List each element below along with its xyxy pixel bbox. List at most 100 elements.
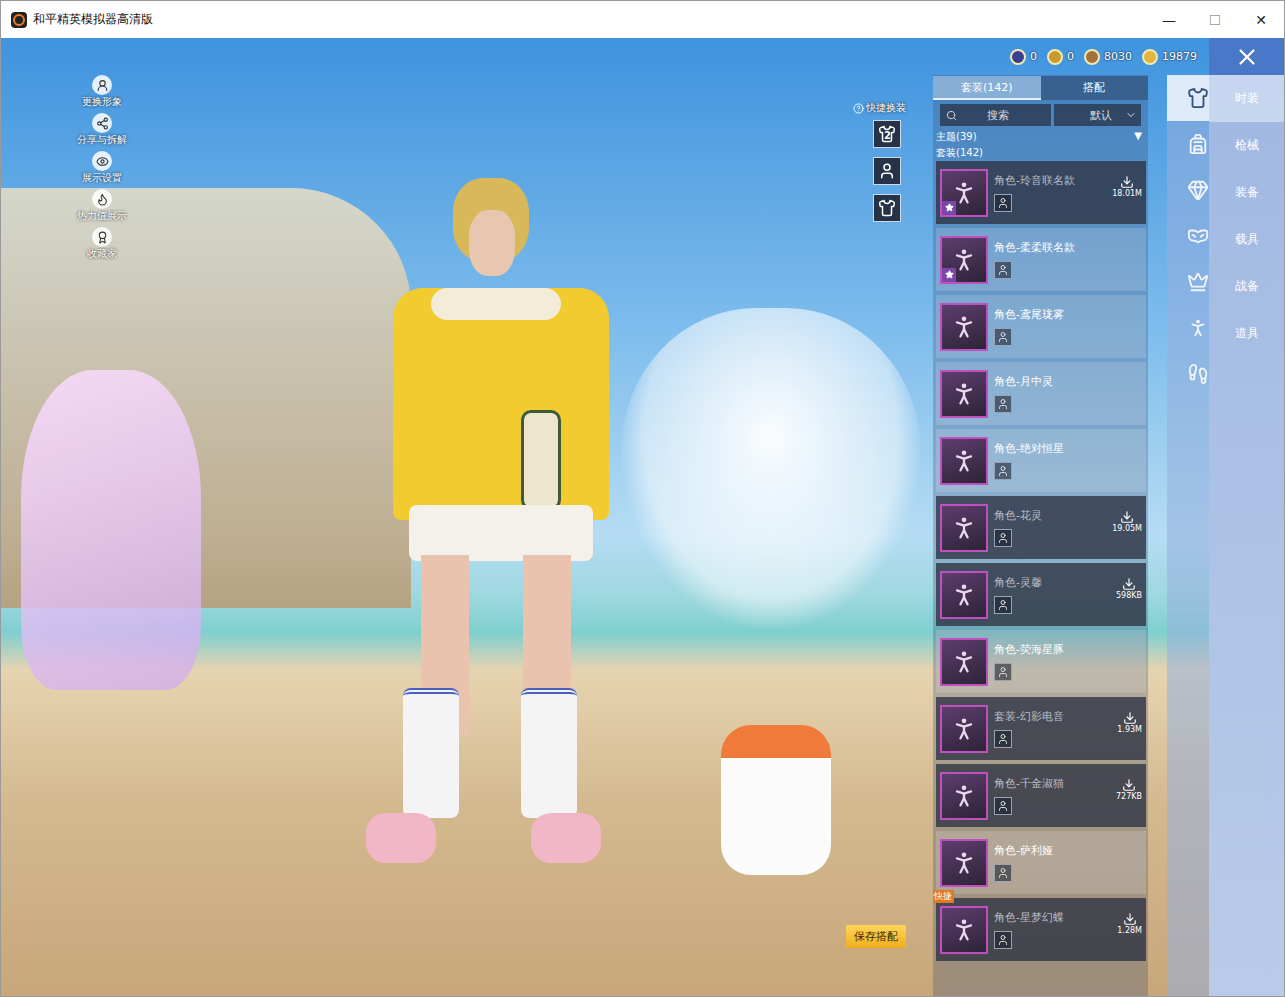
outfit-thumbnail [940,772,988,820]
outfit-item[interactable]: 角色-灵馨 598KB [936,563,1146,626]
quick-change-slot[interactable]: 2 [873,120,901,148]
coin-icon [1084,49,1100,65]
download-button[interactable]: 1.93M [1117,711,1142,734]
category-item[interactable] [1167,351,1209,397]
outfit-item[interactable]: 快捷角色-星梦幻蝶1.28M [936,898,1146,961]
category-icon [1187,271,1209,293]
panel-tab[interactable]: 搭配 [1041,76,1149,100]
search-icon [946,110,957,121]
quick-change-slot[interactable] [873,157,901,185]
main-tab[interactable]: 枪械 [1209,122,1284,169]
chevron-down-icon [1125,109,1137,121]
outfit-name: 角色-千金淑猫 [994,776,1064,791]
character-icon [950,715,978,743]
download-button[interactable]: 727KB [1116,778,1142,801]
download-button[interactable]: 19.05M [1112,510,1142,533]
scene-menu-item[interactable]: 分享与拆解 [67,113,137,147]
figure-badge [994,261,1012,279]
category-item[interactable] [1167,75,1209,121]
scene-menu-item[interactable]: 展示设置 [67,151,137,185]
outfit-name: 角色-灵馨 [994,575,1042,590]
character-shorts [409,505,593,561]
scene-menu-item[interactable]: 收藏家 [67,227,137,261]
scene-menu-item[interactable]: 热力值展示 [67,189,137,223]
main-tab[interactable]: 时装 [1209,75,1284,122]
outfit-item[interactable]: 角色-柔柔联名款 [936,228,1146,291]
character-icon [950,581,978,609]
download-button[interactable]: 1.28M [1117,912,1142,935]
outfit-item[interactable]: 角色-萨利娅 [936,831,1146,894]
main-tab[interactable]: 道具 [1209,310,1284,357]
quick-change-slots: 2 [873,120,901,222]
window-control[interactable]: ✕ [1238,1,1284,38]
category-icon [1187,87,1209,109]
character-leg [421,555,469,735]
outfit-item[interactable]: 角色-月中灵 [936,362,1146,425]
outfit-thumbnail [940,303,988,351]
category-item[interactable] [1167,213,1209,259]
menu-icon [92,189,112,209]
star-badge [942,268,956,282]
character-slipper [531,813,601,863]
outfit-item[interactable]: 角色-花灵19.05M [936,496,1146,559]
category-item[interactable] [1167,305,1209,351]
main-tab[interactable]: 战备 [1209,263,1284,310]
figure-icon [997,398,1009,410]
outfit-thumbnail [940,638,988,686]
quick-change-slot[interactable] [873,194,901,222]
menu-glyph-icon [96,231,109,244]
character-leg [523,555,571,735]
outfit-item[interactable]: 角色-鸢尾珑雾 [936,295,1146,358]
theme-filter[interactable]: 主题(39)▼ [933,126,1148,144]
menu-icon [92,75,112,95]
figure-badge [994,194,1012,212]
outfit-name: 角色-柔柔联名款 [994,240,1075,255]
figure-icon [997,800,1009,812]
outfit-name: 套装-幻影电音 [994,709,1064,724]
close-button[interactable] [1209,38,1284,75]
coin-icon [1010,49,1026,65]
figure-badge [994,395,1012,413]
outfit-list: 角色-玲音联名款18.01M 角色-柔柔联名款角色-鸢尾珑雾角色-月中灵角色-绝对… [933,161,1148,996]
main-tab[interactable]: 装备 [1209,169,1284,216]
outfit-item[interactable]: 角色-荧海星豚 [936,630,1146,693]
scene-menu-item[interactable]: 更换形象 [67,75,137,109]
figure-badge [994,462,1012,480]
figure-badge [994,328,1012,346]
outfit-panel: 套装(142)搭配搜索默认主题(39)▼套装(142)角色-玲音联名款18.01… [933,75,1148,996]
quick-change-label[interactable]: 快捷换装 [853,101,906,115]
outfit-item[interactable]: 角色-玲音联名款18.01M [936,161,1146,224]
currency: 0 [1047,49,1074,65]
outfit-thumbnail [940,169,988,217]
window-control[interactable]: ☐ [1192,1,1238,38]
search-field[interactable]: 搜索 [940,104,1051,126]
star-icon [945,270,954,279]
download-button[interactable]: 598KB [1116,577,1142,600]
sort-dropdown[interactable]: 默认 [1054,104,1141,126]
outfit-item[interactable]: 套装-幻影电音 1.93M [936,697,1146,760]
character-icon [950,447,978,475]
figure-badge [994,529,1012,547]
character-face [469,210,515,276]
save-button[interactable]: 保存搭配 [846,925,906,948]
outfit-name: 角色-鸢尾珑雾 [994,307,1064,322]
download-icon [1123,912,1137,926]
category-item[interactable] [1167,121,1209,167]
cloud [621,308,921,628]
outfit-item[interactable]: 角色-千金淑猫 727KB [936,764,1146,827]
category-item[interactable] [1167,167,1209,213]
scene-menu: 更换形象分享与拆解展示设置热力值展示收藏家 [1,75,137,996]
panel-tab[interactable]: 套装(142) [933,76,1041,100]
download-button[interactable]: 18.01M [1112,175,1142,198]
main-tab[interactable]: 载具 [1209,216,1284,263]
menu-glyph-icon [96,79,109,92]
emulator-window: 和平精英模拟器高清版—☐✕00803019879更换形象分享与拆解展示设置热力值… [0,0,1285,997]
main-tab-column: 时装枪械装备载具战备道具 [1209,38,1284,996]
section-label: 套装(142) [933,144,1148,161]
outfit-thumbnail [940,437,988,485]
window-control[interactable]: — [1146,1,1192,38]
category-item[interactable] [1167,259,1209,305]
currency-bar: 00803019879 [1,38,1209,75]
outfit-name: 角色-星梦幻蝶 [994,910,1064,925]
outfit-item[interactable]: 角色-绝对恒星 [936,429,1146,492]
